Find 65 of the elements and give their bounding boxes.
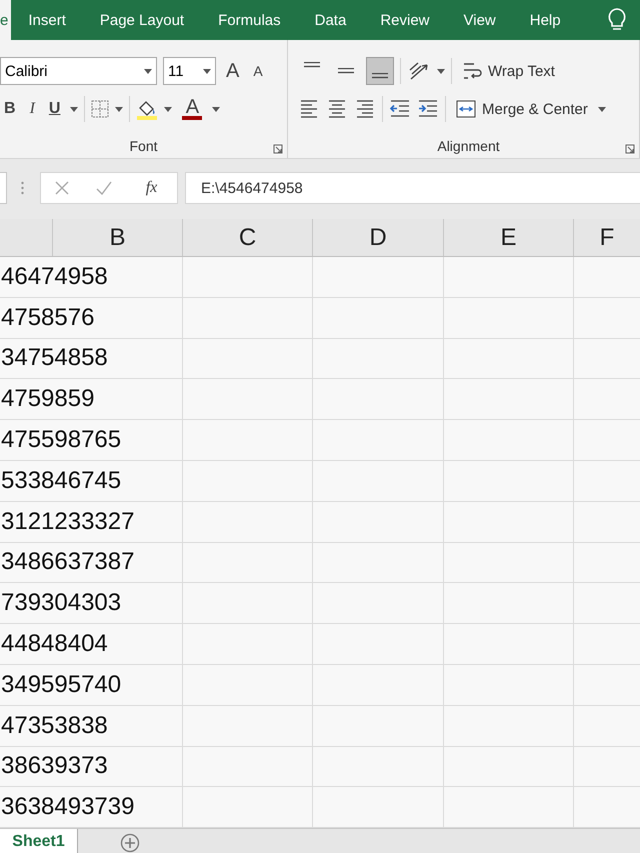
- align-lines-icon: [372, 73, 388, 79]
- ribbon-tab[interactable]: Page Layout: [82, 0, 202, 40]
- grow-font-button[interactable]: A: [222, 60, 244, 82]
- formula-field[interactable]: E:\4546474958: [185, 172, 640, 204]
- table-cell: 47353838: [0, 706, 183, 746]
- wrap-text-button[interactable]: Wrap Text: [458, 60, 559, 82]
- underline-button[interactable]: U: [44, 100, 64, 118]
- table-cell: 739304303: [0, 583, 183, 624]
- ribbon-tab[interactable]: Insert: [11, 0, 83, 40]
- vertical-align-button[interactable]: [366, 57, 394, 85]
- horizontal-align-icon[interactable]: [354, 98, 376, 120]
- ribbon-tab[interactable]: Review: [363, 0, 446, 40]
- ribbon-tab[interactable]: View: [446, 0, 513, 40]
- group-label: Font: [129, 138, 158, 154]
- ribbon-tab[interactable]: Help: [512, 0, 578, 40]
- table-cell: 3638493739: [0, 787, 183, 828]
- dialog-launcher-icon[interactable]: [273, 144, 283, 154]
- table-cell: 3121233327: [0, 502, 183, 542]
- column-header[interactable]: C: [183, 219, 313, 256]
- insert-function-button[interactable]: fx: [140, 178, 164, 198]
- column-header[interactable]: F: [574, 219, 640, 256]
- font-name-field[interactable]: Calibri: [0, 57, 157, 85]
- align-lines-icon: [304, 62, 320, 68]
- ribbon-tab[interactable]: Data: [298, 0, 364, 40]
- bold-button[interactable]: B: [0, 100, 20, 118]
- table-cell: 533846745: [0, 460, 183, 501]
- check-icon[interactable]: [96, 181, 112, 195]
- table-cell: 34754858: [0, 338, 183, 378]
- horizontal-align-icon[interactable]: [326, 98, 348, 120]
- caret-icon[interactable]: [70, 106, 78, 112]
- caret-icon[interactable]: [164, 106, 172, 112]
- table-cell: 349595740: [0, 664, 183, 705]
- column-header[interactable]: B: [53, 219, 183, 256]
- caret-icon[interactable]: [203, 68, 211, 74]
- table-cell: 46474958: [0, 257, 183, 297]
- caret-icon[interactable]: [144, 68, 152, 74]
- lightbulb-icon[interactable]: [608, 8, 626, 32]
- sheet-tab[interactable]: Sheet1: [0, 829, 78, 853]
- align-lines-icon: [338, 68, 354, 74]
- caret-icon[interactable]: [437, 68, 445, 74]
- borders-icon[interactable]: [91, 100, 110, 118]
- caret-icon[interactable]: [598, 106, 606, 112]
- italic-button[interactable]: I: [26, 100, 39, 118]
- caret-icon[interactable]: [212, 106, 220, 112]
- column-header[interactable]: E: [444, 219, 574, 256]
- table-cell: 38639373: [0, 746, 183, 786]
- merge-cells-icon: [456, 100, 476, 118]
- add-sheet-button[interactable]: [120, 832, 140, 853]
- font-color-button[interactable]: A: [178, 98, 206, 120]
- shrink-font-button[interactable]: A: [249, 63, 267, 79]
- table-cell: 475598765: [0, 420, 183, 460]
- horizontal-align-icon[interactable]: [298, 98, 320, 120]
- caret-icon[interactable]: [115, 106, 124, 112]
- font-size-field[interactable]: 11: [163, 57, 216, 85]
- column-header[interactable]: D: [313, 219, 444, 256]
- table-cell: 4759859: [0, 379, 183, 420]
- group-label: Alignment: [437, 138, 500, 154]
- dialog-launcher-icon[interactable]: [625, 144, 635, 154]
- table-cell: 4758576: [0, 298, 183, 338]
- merge-center-button[interactable]: Merge & Center: [452, 100, 592, 118]
- ribbon-tab[interactable]: Formulas: [201, 0, 298, 40]
- ribbon-tab[interactable]: e: [0, 0, 12, 40]
- table-cell: 44848404: [0, 624, 183, 664]
- drag-handle-icon[interactable]: [21, 181, 24, 195]
- table-cell: 3486637387: [0, 542, 183, 582]
